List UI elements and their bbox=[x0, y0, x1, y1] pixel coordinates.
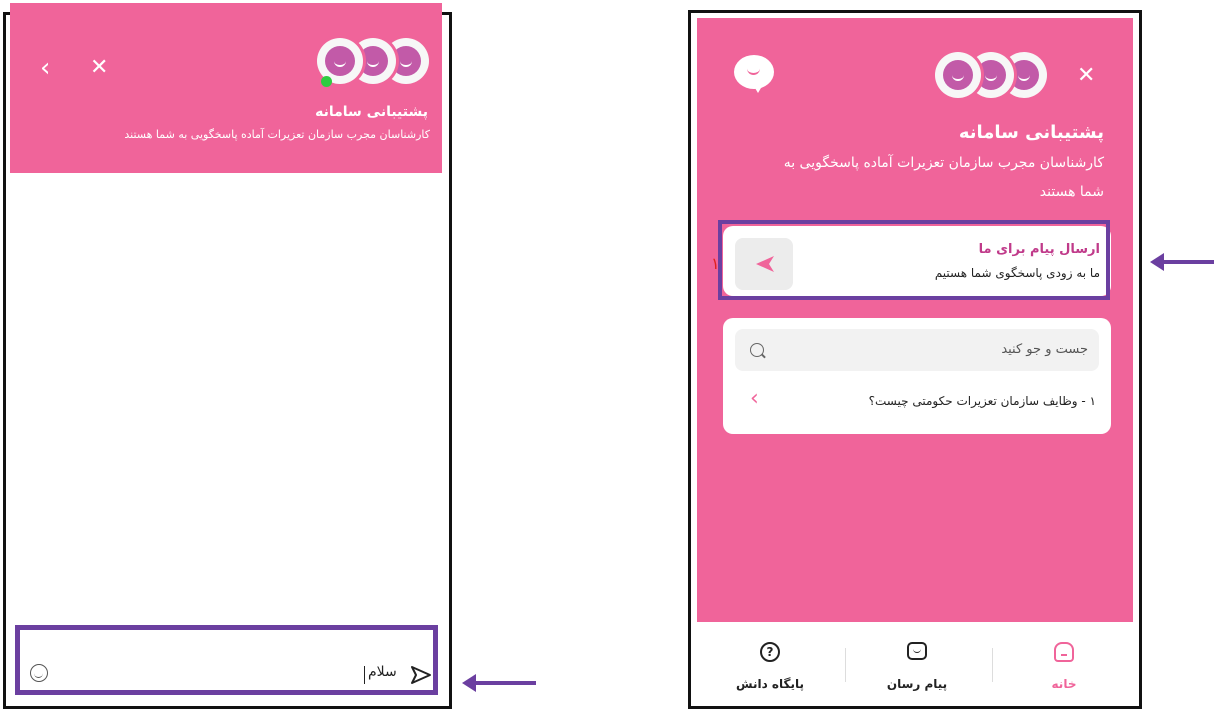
send-icon[interactable] bbox=[410, 665, 432, 685]
send-card-subtitle: ما به زودی پاسخگوی شما هستیم bbox=[934, 266, 1100, 280]
chat-bubble-logo-icon bbox=[734, 55, 774, 93]
back-chevron-icon[interactable]: ‹ bbox=[40, 55, 50, 81]
chat-header bbox=[10, 3, 442, 173]
message-square-icon[interactable] bbox=[907, 642, 927, 660]
chat-messages-area bbox=[10, 173, 442, 628]
nav-messenger[interactable]: پیام رسان bbox=[867, 677, 967, 691]
close-icon[interactable]: ✕ bbox=[90, 55, 108, 81]
nav-knowledge-base[interactable]: پایگاه دانش bbox=[720, 677, 820, 691]
annotation-arrow-composer bbox=[470, 681, 536, 685]
question-circle-icon[interactable]: ? bbox=[760, 642, 780, 662]
widget-title: پشتیبانی سامانه bbox=[958, 122, 1104, 143]
emoji-icon[interactable] bbox=[30, 664, 48, 682]
nav-divider-1 bbox=[845, 648, 846, 682]
widget-subtitle-line-2: شما هستند bbox=[1039, 184, 1104, 200]
message-composer bbox=[15, 625, 438, 695]
close-widget-icon[interactable]: ✕ bbox=[1077, 63, 1095, 89]
agent-avatar-right-1 bbox=[935, 52, 981, 98]
text-cursor bbox=[364, 666, 365, 684]
nav-home[interactable]: خانه bbox=[1014, 677, 1114, 691]
send-arrow-icon bbox=[756, 256, 774, 272]
annotation-arrowhead-send-card bbox=[1150, 253, 1164, 271]
nav-divider-2 bbox=[992, 648, 993, 682]
faq-chevron-icon[interactable]: ‹ bbox=[750, 388, 759, 410]
bottom-navigation bbox=[697, 622, 1133, 706]
annotation-arrow-send-card bbox=[1162, 260, 1214, 264]
online-status-dot bbox=[321, 76, 332, 87]
message-input[interactable]: سلام bbox=[368, 664, 397, 680]
search-icon[interactable] bbox=[750, 343, 766, 359]
annotation-arrowhead-composer bbox=[462, 674, 476, 692]
home-icon[interactable] bbox=[1054, 642, 1074, 662]
chat-header-subtitle: کارشناسان مجرب سازمان تعزیرات آماده پاسخ… bbox=[124, 128, 430, 141]
send-card-title: ارسال پیام برای ما bbox=[978, 242, 1100, 257]
annotation-number-marker: ۱ bbox=[711, 254, 720, 273]
widget-subtitle-line-1: کارشناسان مجرب سازمان تعزیرات آماده پاسخ… bbox=[783, 155, 1104, 171]
search-placeholder: جست و جو کنید bbox=[1001, 342, 1088, 357]
faq-item[interactable]: ۱ - وظایف سازمان تعزیرات حکومتی چیست؟ bbox=[869, 394, 1096, 408]
chat-header-title: پشتیبانی سامانه bbox=[315, 104, 428, 120]
